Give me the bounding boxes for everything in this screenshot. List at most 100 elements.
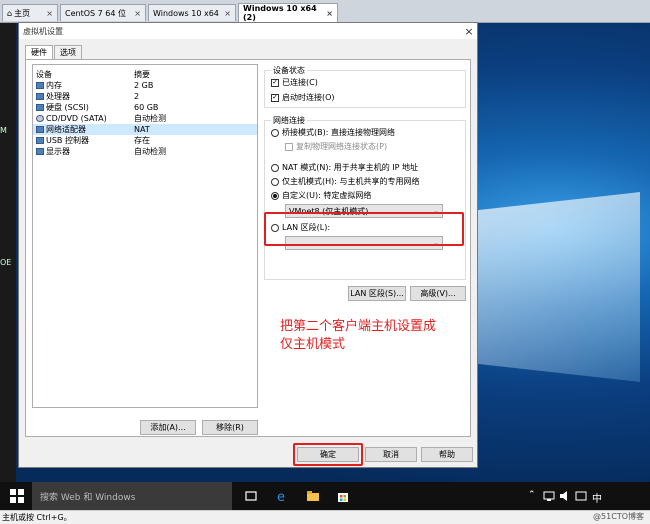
network-connection-title: 网络连接 <box>271 115 307 126</box>
dialog-titlebar: 虚拟机设置 × <box>19 23 477 39</box>
tab-label: 主页 <box>14 8 31 18</box>
device-status-title: 设备状态 <box>271 65 307 76</box>
tab-options[interactable]: 选项 <box>54 45 82 59</box>
windows-logo-glow <box>470 192 640 382</box>
nat-label: NAT 模式(N): 用于共享主机的 IP 地址 <box>282 163 418 172</box>
vm-tab-bar: ⌂ 主页 × CentOS 7 64 位 × Windows 10 x64 × … <box>0 0 650 23</box>
device-name: 处理器 <box>46 92 70 101</box>
device-summary: 2 GB <box>134 81 154 90</box>
device-row-memory[interactable]: 内存 2 GB <box>33 80 257 91</box>
memory-icon <box>36 82 44 89</box>
custom-label: 自定义(U): 特定虚拟网络 <box>282 191 372 200</box>
annotation-line-2: 仅主机模式 <box>280 337 346 352</box>
left-desktop-strip: M OE <box>0 22 16 482</box>
column-summary: 摘要 <box>134 70 150 79</box>
ime-indicator[interactable]: 中 <box>592 490 602 505</box>
dialog-title: 虚拟机设置 <box>23 26 63 36</box>
radio-selected-icon <box>271 191 279 200</box>
nat-radio[interactable]: NAT 模式(N): 用于共享主机的 IP 地址 <box>271 162 418 173</box>
close-icon[interactable]: × <box>130 9 141 18</box>
device-row-network[interactable]: 网络适配器 NAT <box>33 124 257 135</box>
column-device: 设备 <box>36 70 52 79</box>
hardware-panel: 设备 摘要 内存 2 GB 处理器 2 硬盘 (SCSI) 60 GB CD/D… <box>25 59 471 437</box>
tab-windows10[interactable]: Windows 10 x64 × <box>148 4 236 21</box>
checkbox-checked-icon: ✓ <box>271 93 279 102</box>
device-status-group: 设备状态 ✓ 已连接(C) ✓ 启动时连接(O) <box>264 65 466 108</box>
device-name: 硬盘 (SCSI) <box>46 103 89 112</box>
custom-radio[interactable]: 自定义(U): 特定虚拟网络 <box>271 190 371 201</box>
close-icon[interactable]: × <box>322 9 333 18</box>
tab-label: Windows 10 x64 (2) <box>243 4 317 22</box>
device-name: 网络适配器 <box>46 125 86 134</box>
close-icon[interactable]: × <box>220 9 231 18</box>
device-summary: 自动检测 <box>134 114 166 123</box>
annotation-note: 把第二个客户端主机设置成 仅主机模式 <box>280 318 470 354</box>
host-only-label: 仅主机模式(H): 与主机共享的专用网络 <box>282 177 420 186</box>
home-icon: ⌂ <box>7 8 13 18</box>
taskbar-search[interactable]: 搜索 Web 和 Windows <box>32 482 232 510</box>
tab-centos[interactable]: CentOS 7 64 位 × <box>60 4 146 21</box>
tab-label: CentOS 7 64 位 <box>65 8 126 18</box>
processor-icon <box>36 93 44 100</box>
volume-icon[interactable] <box>558 489 572 503</box>
device-summary: 60 GB <box>134 103 159 112</box>
tab-home[interactable]: ⌂ 主页 × <box>2 4 58 21</box>
host-only-radio[interactable]: 仅主机模式(H): 与主机共享的专用网络 <box>271 176 420 187</box>
device-row-display[interactable]: 显示器 自动检测 <box>33 146 257 157</box>
tab-label: Windows 10 x64 <box>153 8 219 18</box>
remove-device-button[interactable]: 移除(R) <box>202 420 258 435</box>
ok-button-highlight <box>293 443 363 466</box>
network-connection-group: 网络连接 桥接模式(B): 直接连接物理网络 复制物理网络连接状态(P) NAT… <box>264 115 466 280</box>
vm-settings-dialog: 虚拟机设置 × 硬件 选项 设备 摘要 内存 2 GB 处理器 2 硬盘 (SC… <box>18 22 478 468</box>
checkbox-checked-icon: ✓ <box>271 78 279 87</box>
checkbox-icon <box>285 142 293 151</box>
tab-hardware[interactable]: 硬件 <box>25 45 53 59</box>
device-summary: NAT <box>134 125 150 134</box>
close-icon[interactable]: × <box>461 25 477 38</box>
custom-network-highlight <box>264 212 464 246</box>
connect-on-power-checkbox[interactable]: ✓ 启动时连接(O) <box>271 92 335 103</box>
network-adapter-icon <box>36 126 44 133</box>
replicate-label: 复制物理网络连接状态(P) <box>296 142 388 151</box>
hard-disk-icon <box>36 104 44 111</box>
file-explorer-icon[interactable] <box>306 489 320 503</box>
advanced-button[interactable]: 高级(V)... <box>410 286 466 301</box>
cancel-button[interactable]: 取消 <box>365 447 417 462</box>
device-list-header: 设备 摘要 <box>33 69 257 80</box>
device-name: CD/DVD (SATA) <box>46 114 107 123</box>
network-icon[interactable] <box>542 489 556 503</box>
device-row-cdrom[interactable]: CD/DVD (SATA) 自动检测 <box>33 113 257 124</box>
radio-icon <box>271 128 279 137</box>
device-row-hdd[interactable]: 硬盘 (SCSI) 60 GB <box>33 102 257 113</box>
device-name: 内存 <box>46 81 62 90</box>
chevron-up-icon[interactable]: ⌃ <box>528 490 536 500</box>
device-row-processor[interactable]: 处理器 2 <box>33 91 257 102</box>
bridged-label: 桥接模式(B): 直接连接物理网络 <box>282 128 395 137</box>
windows-start-icon[interactable] <box>10 489 24 503</box>
help-button[interactable]: 帮助 <box>421 447 473 462</box>
store-icon[interactable] <box>336 489 350 503</box>
lan-segments-button[interactable]: LAN 区段(S)... <box>348 286 406 301</box>
device-list: 设备 摘要 内存 2 GB 处理器 2 硬盘 (SCSI) 60 GB CD/D… <box>32 64 258 408</box>
radio-icon <box>271 177 279 186</box>
side-label-m: M <box>0 126 7 135</box>
search-placeholder: 搜索 Web 和 Windows <box>40 492 136 503</box>
svg-text:e: e <box>277 490 285 503</box>
connected-checkbox[interactable]: ✓ 已连接(C) <box>271 77 318 88</box>
close-icon[interactable]: × <box>42 9 53 18</box>
connect-on-power-label: 启动时连接(O) <box>282 93 335 102</box>
add-device-button[interactable]: 添加(A)... <box>140 420 196 435</box>
edge-browser-icon[interactable]: e <box>276 489 290 503</box>
bridged-radio[interactable]: 桥接模式(B): 直接连接物理网络 <box>271 127 395 138</box>
notification-icon[interactable] <box>574 489 588 503</box>
side-label-oe: OE <box>0 258 12 267</box>
replicate-state-checkbox[interactable]: 复制物理网络连接状态(P) <box>285 141 387 152</box>
tab-windows10-2[interactable]: Windows 10 x64 (2) × <box>238 3 338 22</box>
device-name: 显示器 <box>46 147 70 156</box>
device-row-usb[interactable]: USB 控制器 存在 <box>33 135 257 146</box>
task-view-icon[interactable] <box>244 489 258 503</box>
settings-tabs: 硬件 选项 <box>25 45 83 59</box>
radio-icon <box>271 163 279 172</box>
taskbar: 搜索 Web 和 Windows e ⌃ 中 <box>0 482 650 510</box>
usb-icon <box>36 137 44 144</box>
